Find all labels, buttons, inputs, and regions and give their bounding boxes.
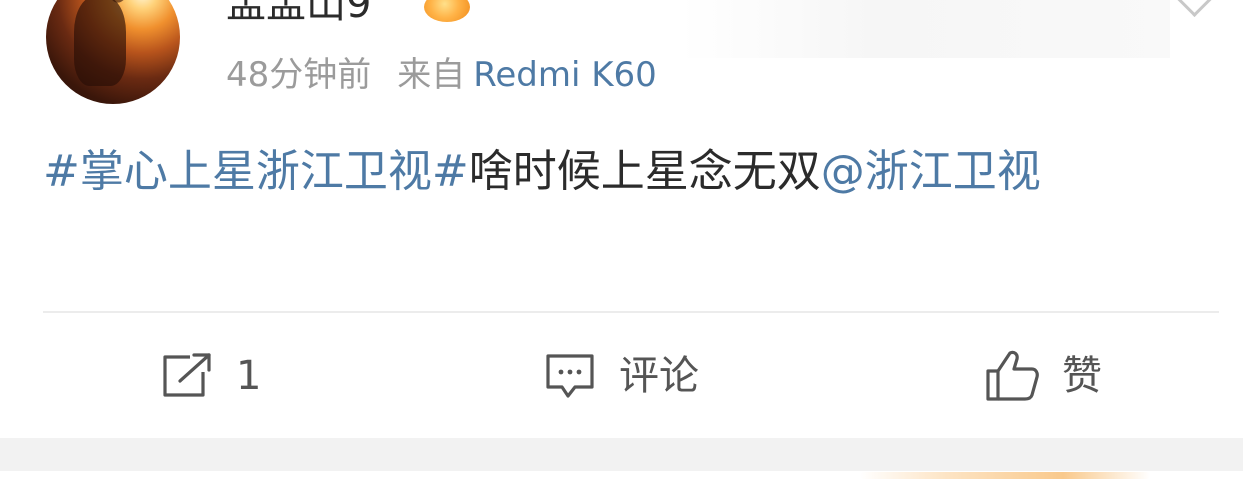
like-button[interactable]: 赞	[984, 346, 1102, 406]
post-content: #掌心上星浙江卫视#啥时候上星念无双@浙江卫视	[43, 138, 1183, 206]
chevron-down-icon[interactable]	[1173, 0, 1216, 18]
like-label: 赞	[1062, 353, 1102, 399]
avatar-figure	[74, 0, 126, 86]
mention-link[interactable]: @浙江卫视	[821, 146, 1041, 197]
topic-link[interactable]: #掌心上星浙江卫视#	[43, 146, 469, 197]
repost-icon	[160, 352, 214, 400]
avatar[interactable]	[46, 0, 180, 104]
repost-count: 1	[236, 353, 262, 399]
username[interactable]: 盅盅山9	[226, 0, 371, 26]
comment-label: 评论	[619, 353, 699, 399]
source-device[interactable]: Redmi K60	[473, 55, 657, 95]
divider	[43, 311, 1219, 313]
vip-badge-icon	[424, 0, 470, 22]
post-meta: 48分钟前 来自 Redmi K60	[226, 54, 657, 96]
comment-icon	[543, 351, 597, 401]
like-icon	[984, 349, 1040, 403]
post-time: 48分钟前	[226, 55, 372, 95]
post-text: 啥时候上星念无双	[468, 146, 821, 197]
comment-button[interactable]: 评论	[543, 346, 699, 406]
repost-button[interactable]: 1	[160, 346, 261, 406]
header-blurred-area	[680, 0, 1170, 58]
next-card-accent	[860, 472, 1150, 479]
weibo-post-card: 盅盅山9 48分钟前 来自 Redmi K60 #掌心上星浙江卫视#啥时候上星念无双…	[0, 0, 1243, 438]
source-label: 来自	[397, 55, 466, 95]
